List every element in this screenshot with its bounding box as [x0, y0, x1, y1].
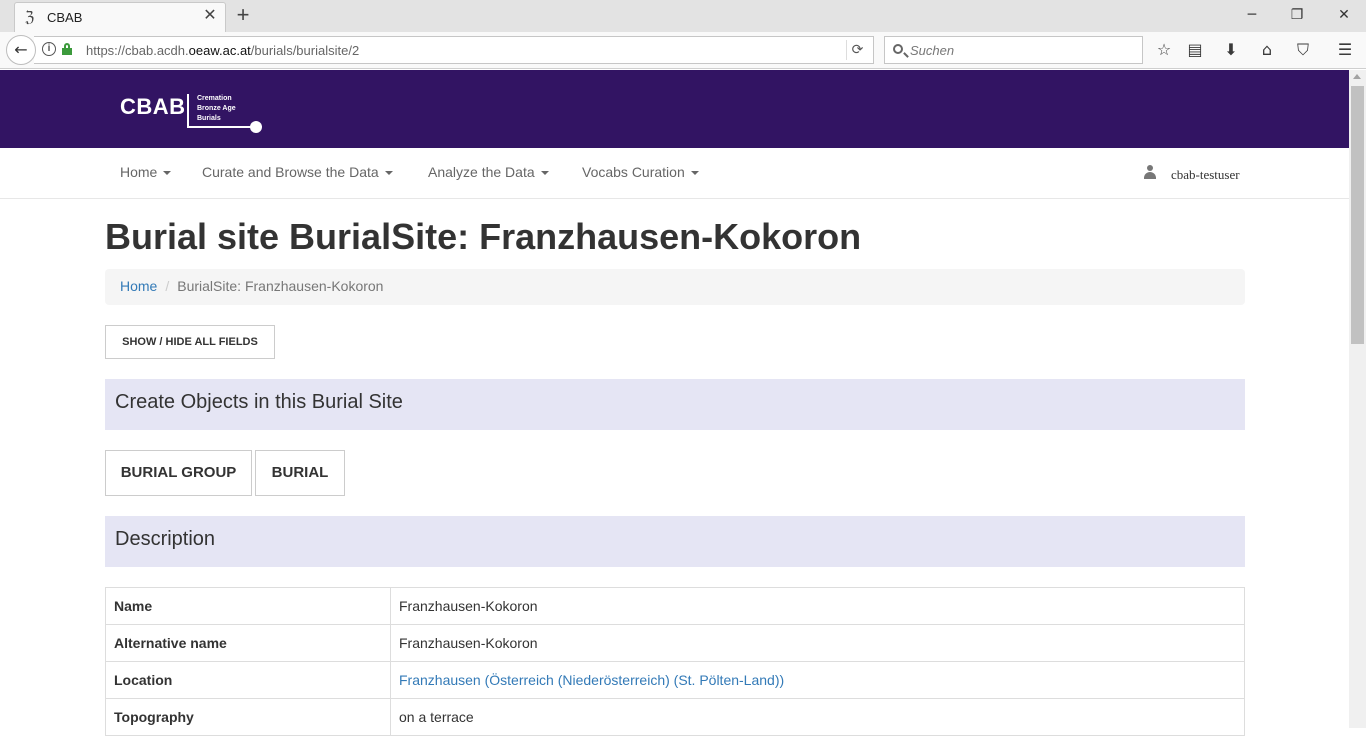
create-burial-button[interactable]: BURIAL: [255, 450, 345, 496]
table-row: Name Franzhausen-Kokoron: [105, 587, 1245, 625]
caret-down-icon: [384, 171, 393, 176]
search-icon: [893, 44, 903, 54]
field-label: Location: [105, 661, 391, 699]
field-label: Topography: [105, 698, 391, 736]
nav-vocabs-curation[interactable]: Vocabs Curation: [582, 164, 699, 180]
caret-down-icon: [163, 171, 172, 176]
logo-dot: [250, 121, 262, 133]
table-row: Topography on a terrace: [105, 698, 1245, 736]
caret-down-icon: [540, 171, 549, 176]
back-button[interactable]: ←: [6, 35, 36, 65]
menu-icon[interactable]: ☰: [1333, 39, 1357, 61]
field-value: Franzhausen-Kokoron: [390, 624, 1245, 662]
reading-list-icon[interactable]: ▤: [1183, 39, 1207, 61]
nav-analyze[interactable]: Analyze the Data: [428, 164, 549, 180]
breadcrumb-separator: /: [165, 278, 170, 294]
nav-home[interactable]: Home: [120, 164, 172, 180]
main-nav: Home Curate and Browse the Data Analyze …: [0, 148, 1349, 199]
scroll-thumb[interactable]: [1351, 86, 1364, 344]
home-icon[interactable]: ⌂: [1255, 39, 1279, 61]
field-label: Alternative name: [105, 624, 391, 662]
url-bar[interactable]: i https://cbab.acdh.oeaw.ac.at/burials/b…: [34, 36, 874, 64]
close-tab-icon[interactable]: ✕: [201, 7, 219, 25]
location-link[interactable]: Franzhausen (Österreich (Niederösterreic…: [399, 672, 784, 688]
browser-toolbar: i https://cbab.acdh.oeaw.ac.at/burials/b…: [0, 32, 1366, 69]
show-hide-fields-button[interactable]: SHOW / HIDE ALL FIELDS: [105, 325, 275, 359]
browser-tabbar: ℨ CBAB ✕ + ─ ❐ ✕: [0, 0, 1366, 32]
tab-title: CBAB: [47, 10, 83, 25]
field-value: on a terrace: [390, 698, 1245, 736]
field-value: Franzhausen-Kokoron: [390, 587, 1245, 625]
url-text: https://cbab.acdh.oeaw.ac.at/burials/bur…: [86, 43, 360, 58]
description-heading: Description: [105, 516, 1245, 567]
close-window-icon[interactable]: ✕: [1332, 4, 1356, 26]
field-label: Name: [105, 587, 391, 625]
nav-curate-browse[interactable]: Curate and Browse the Data: [202, 164, 393, 180]
user-icon: [1143, 165, 1157, 179]
search-box[interactable]: [884, 36, 1143, 64]
page-title: Burial site BurialSite: Franzhausen-Koko…: [105, 216, 862, 257]
table-row: Alternative name Franzhausen-Kokoron: [105, 624, 1245, 662]
field-value-cell: Franzhausen (Österreich (Niederösterreic…: [390, 661, 1245, 699]
logo-line-vertical: [187, 94, 189, 128]
reload-icon[interactable]: ⟳: [846, 40, 868, 60]
logo-line-horizontal: [187, 126, 251, 128]
bookmark-star-icon[interactable]: ☆: [1152, 39, 1176, 61]
new-tab-button[interactable]: +: [232, 4, 254, 26]
caret-down-icon: [690, 171, 699, 176]
restore-window-icon[interactable]: ❐: [1285, 4, 1309, 26]
description-table: Name Franzhausen-Kokoron Alternative nam…: [105, 587, 1245, 736]
download-icon[interactable]: ⬇: [1219, 39, 1243, 61]
arrow-left-icon: ←: [14, 40, 28, 59]
scroll-up-icon[interactable]: [1353, 74, 1361, 79]
logo-text: CBAB: [120, 94, 186, 119]
site-info-icon[interactable]: i: [42, 42, 56, 56]
breadcrumb-current: BurialSite: Franzhausen-Kokoron: [177, 278, 384, 294]
breadcrumb-home-link[interactable]: Home: [120, 278, 157, 294]
minimize-window-icon[interactable]: ─: [1240, 4, 1264, 26]
table-row: Location Franzhausen (Österreich (Nieder…: [105, 661, 1245, 699]
breadcrumb: Home / BurialSite: Franzhausen-Kokoron: [105, 269, 1245, 305]
create-objects-heading: Create Objects in this Burial Site: [105, 379, 1245, 430]
site-header: CBAB Cremation Bronze Age Burials: [0, 70, 1349, 148]
user-name-link[interactable]: cbab-testuser: [1171, 167, 1240, 183]
logo-subtitle: Cremation Bronze Age Burials: [197, 95, 236, 122]
search-input[interactable]: [910, 40, 1135, 60]
browser-tab[interactable]: ℨ CBAB ✕: [14, 2, 226, 32]
page-scrollbar[interactable]: [1349, 70, 1366, 728]
site-favicon-icon: ℨ: [25, 8, 35, 26]
pocket-icon[interactable]: ⛉: [1291, 39, 1315, 61]
lock-icon: [62, 43, 72, 55]
create-burial-group-button[interactable]: BURIAL GROUP: [105, 450, 252, 496]
